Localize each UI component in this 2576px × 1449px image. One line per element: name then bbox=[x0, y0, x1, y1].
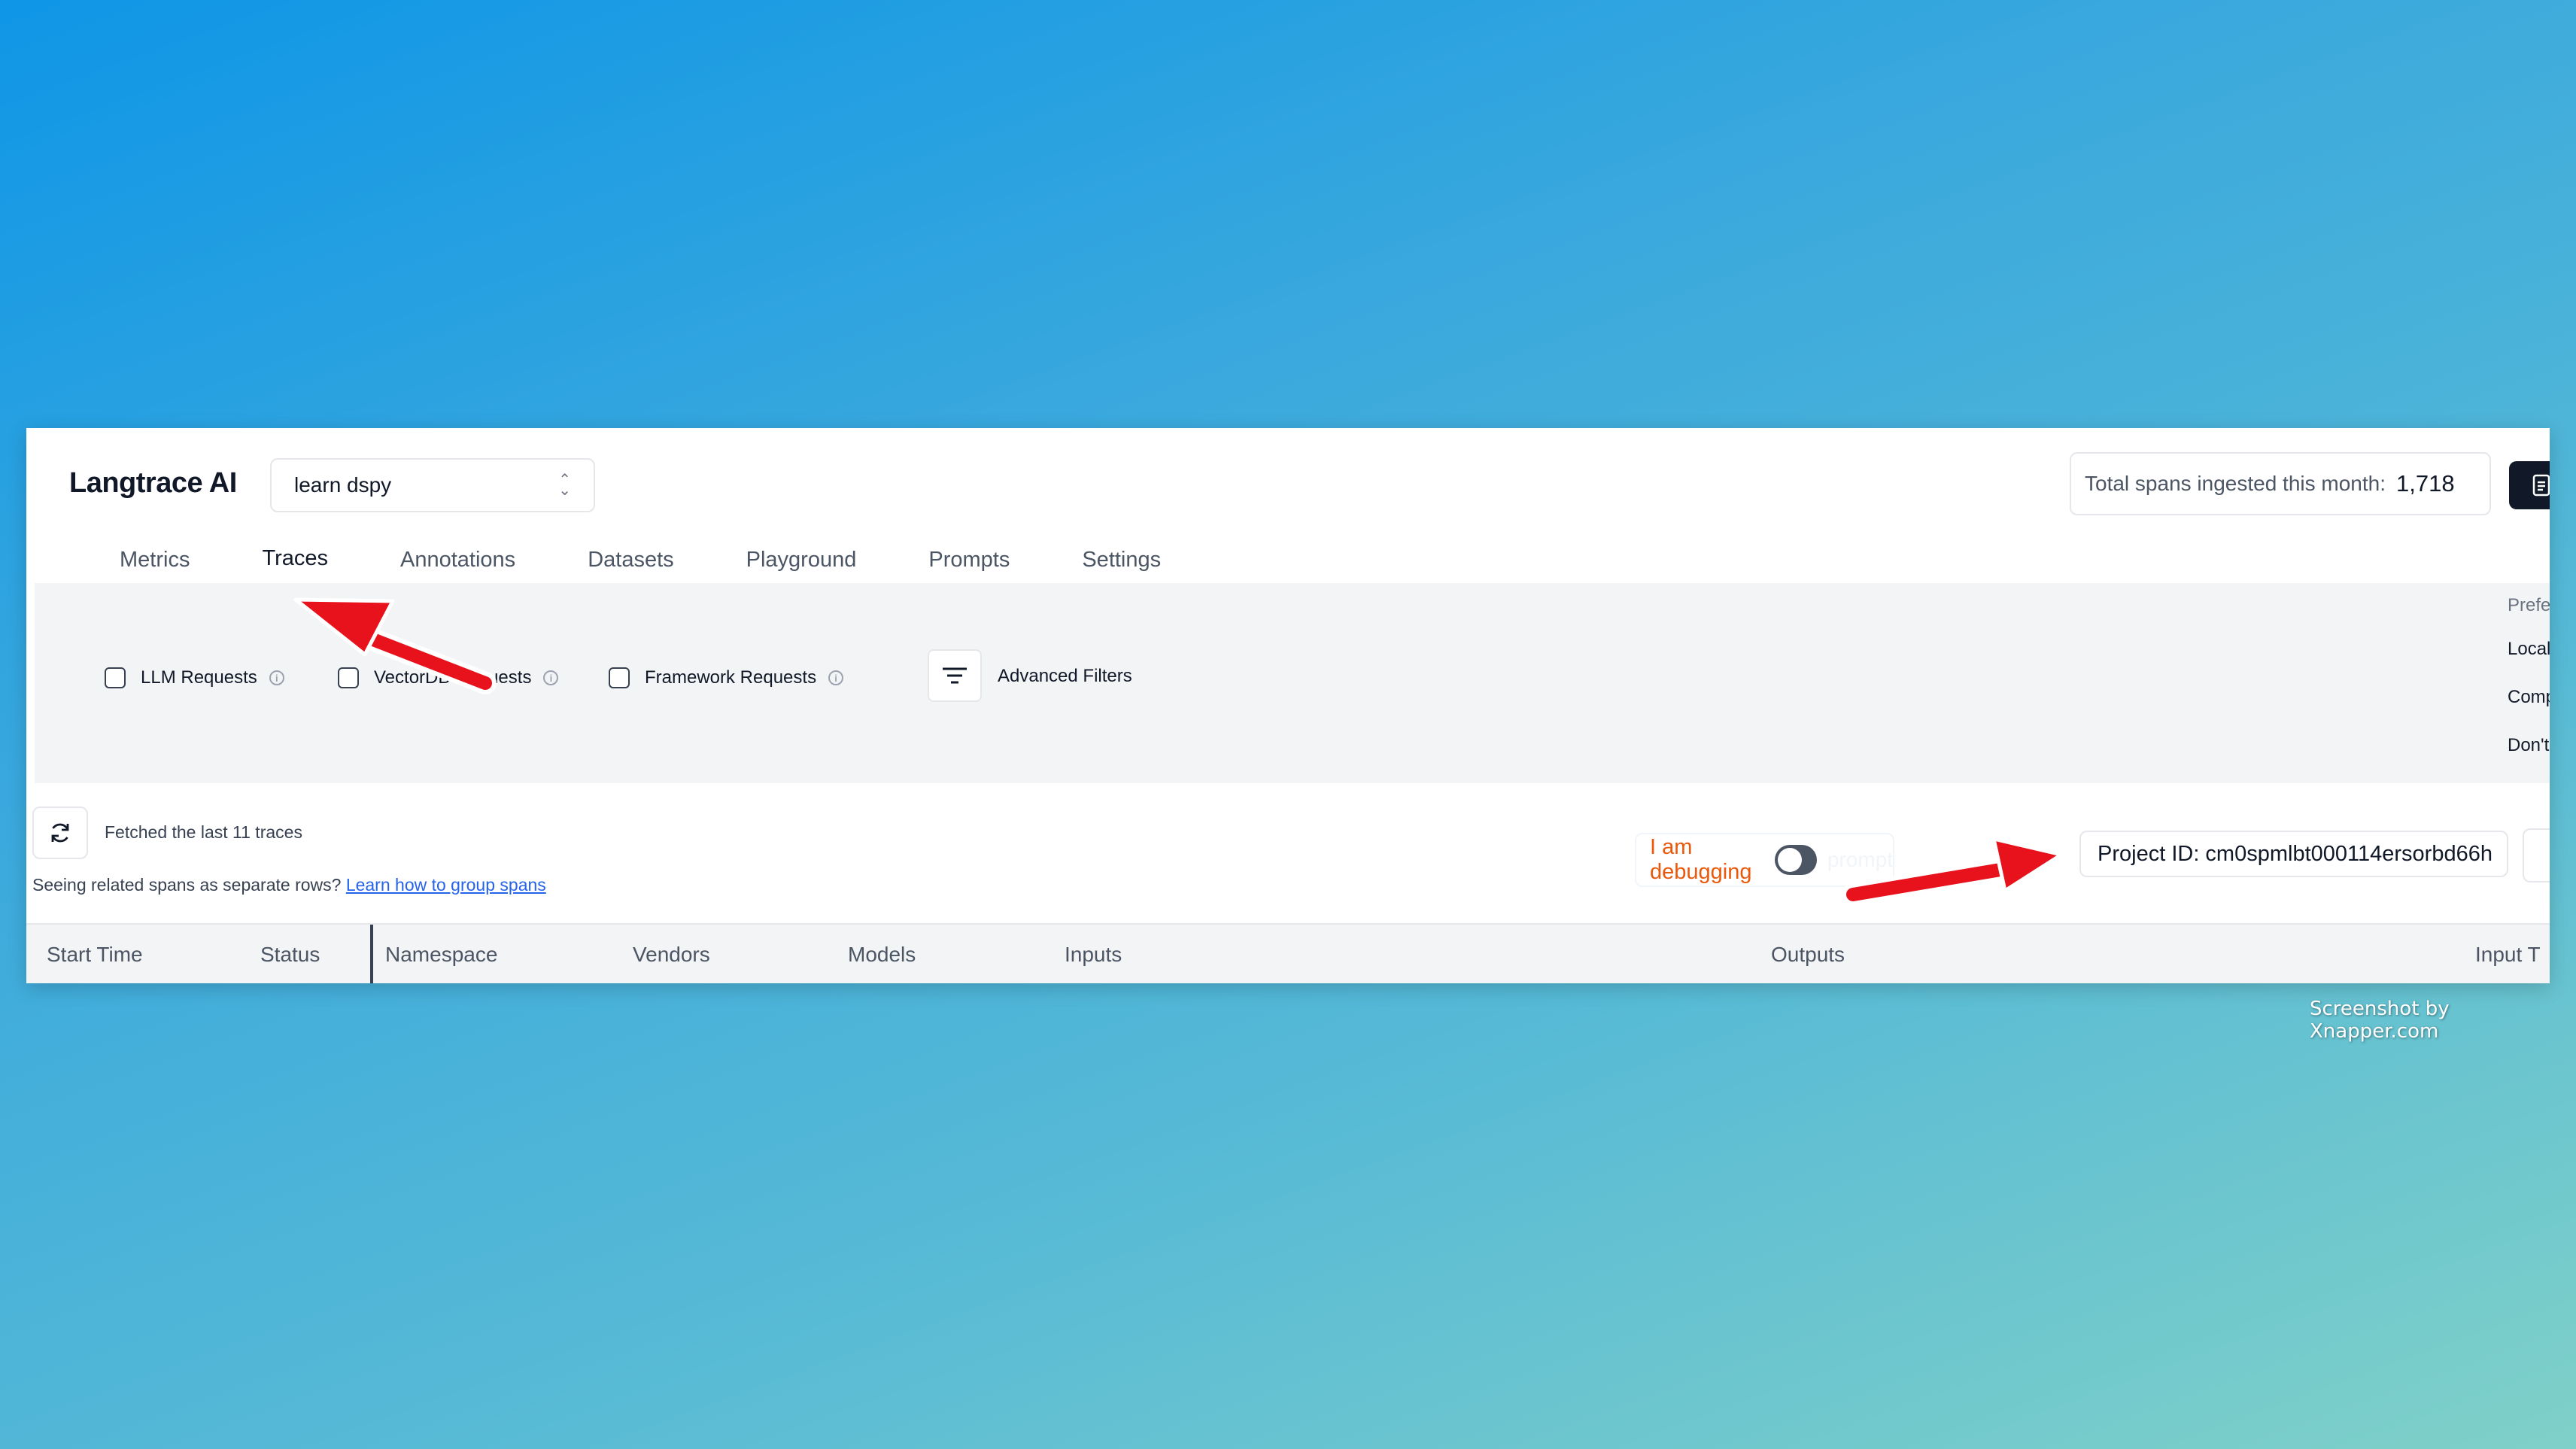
filter-framework-requests[interactable]: Framework Requests i bbox=[609, 667, 844, 688]
column-start-time[interactable]: Start Time bbox=[47, 943, 143, 967]
copy-button[interactable] bbox=[2523, 828, 2550, 882]
column-input-tokens[interactable]: Input T bbox=[2475, 943, 2541, 967]
project-selector[interactable]: learn dspy ⌃ ⌄ bbox=[270, 458, 595, 512]
llm-requests-label: LLM Requests bbox=[141, 667, 257, 688]
filter-llm-requests[interactable]: LLM Requests i bbox=[105, 667, 284, 688]
filter-vectordb-requests[interactable]: VectorDB Requests i bbox=[338, 667, 559, 688]
llm-requests-checkbox[interactable] bbox=[105, 667, 126, 688]
debug-label: I am debugging bbox=[1650, 835, 1752, 884]
tab-settings[interactable]: Settings bbox=[1056, 533, 1186, 586]
spans-counter: Total spans ingested this month: 1,718 bbox=[2070, 452, 2491, 515]
chevron-up-down-icon: ⌃ ⌄ bbox=[558, 472, 571, 499]
column-models[interactable]: Models bbox=[848, 943, 916, 967]
advanced-filters-button[interactable] bbox=[928, 649, 982, 702]
project-id-display: Project ID: cm0spmlbt000114ersorbd66h bbox=[2079, 831, 2508, 877]
preferences-heading: Prefe bbox=[2508, 595, 2550, 615]
info-icon[interactable]: i bbox=[828, 670, 844, 685]
column-outputs[interactable]: Outputs bbox=[1771, 943, 1845, 967]
tab-annotations[interactable]: Annotations bbox=[375, 533, 541, 586]
document-icon bbox=[2532, 474, 2550, 497]
project-selector-value: learn dspy bbox=[294, 473, 392, 497]
tab-datasets[interactable]: Datasets bbox=[562, 533, 699, 586]
refresh-button[interactable] bbox=[32, 807, 88, 859]
preference-option[interactable]: Comp bbox=[2508, 687, 2550, 708]
column-inputs[interactable]: Inputs bbox=[1065, 943, 1122, 967]
tab-traces[interactable]: Traces bbox=[236, 533, 354, 586]
debug-toggle[interactable] bbox=[1774, 845, 1817, 875]
fetched-traces-text: Fetched the last 11 traces bbox=[105, 822, 302, 842]
spans-counter-label: Total spans ingested this month: bbox=[2085, 472, 2386, 495]
vectordb-requests-checkbox[interactable] bbox=[338, 667, 359, 688]
tab-bar: Metrics Traces Annotations Datasets Play… bbox=[94, 533, 1208, 586]
framework-requests-label: Framework Requests bbox=[645, 667, 817, 688]
brand-title: Langtrace AI bbox=[69, 467, 237, 499]
column-status[interactable]: Status bbox=[260, 943, 320, 967]
group-spans-question: Seeing related spans as separate rows? bbox=[32, 875, 342, 895]
refresh-icon bbox=[51, 823, 69, 843]
debug-toggle-box: I am debugging prompt bbox=[1635, 833, 1894, 887]
debug-prompt-text: prompt bbox=[1827, 848, 1893, 871]
column-namespace[interactable]: Namespace bbox=[385, 943, 497, 967]
tab-playground[interactable]: Playground bbox=[721, 533, 882, 586]
info-icon[interactable]: i bbox=[269, 670, 284, 685]
info-icon[interactable]: i bbox=[543, 670, 559, 685]
watermark: Screenshot by Xnapper.com bbox=[2310, 998, 2450, 1043]
column-vendors[interactable]: Vendors bbox=[633, 943, 710, 967]
learn-group-spans-link[interactable]: Learn how to group spans bbox=[346, 875, 546, 895]
tab-metrics[interactable]: Metrics bbox=[94, 533, 215, 586]
tab-prompts[interactable]: Prompts bbox=[903, 533, 1035, 586]
preference-option[interactable]: Local bbox=[2508, 639, 2550, 660]
spans-counter-value: 1,718 bbox=[2396, 470, 2455, 497]
advanced-filters-label[interactable]: Advanced Filters bbox=[998, 666, 1132, 687]
filter-icon bbox=[943, 667, 967, 684]
filter-panel: LLM Requests i VectorDB Requests i Frame… bbox=[35, 583, 2550, 783]
framework-requests-checkbox[interactable] bbox=[609, 667, 630, 688]
vectordb-requests-label: VectorDB Requests bbox=[374, 667, 532, 688]
preference-option[interactable]: Don't bbox=[2508, 735, 2549, 756]
docs-button[interactable] bbox=[2509, 461, 2550, 509]
app-window: Langtrace AI learn dspy ⌃ ⌄ Total spans i… bbox=[26, 428, 2550, 983]
group-spans-hint: Seeing related spans as separate rows? L… bbox=[32, 875, 546, 895]
table-header: Start Time Status Namespace Vendors Mode… bbox=[26, 923, 2550, 983]
column-divider[interactable] bbox=[370, 925, 373, 983]
